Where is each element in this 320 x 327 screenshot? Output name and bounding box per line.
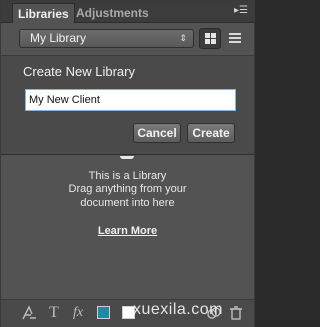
fx-icon[interactable]: fx <box>73 305 83 321</box>
empty-library-area: This is a Library Drag anything from you… <box>1 156 254 298</box>
tab-bar: Libraries Adjustments ▸☰ <box>1 1 254 23</box>
popup-title: Create New Library <box>23 64 135 79</box>
color-swatch-icon[interactable] <box>97 306 110 319</box>
library-dropdown-value: My Library <box>30 31 87 45</box>
empty-line-1: This is a Library <box>88 170 167 182</box>
trash-icon[interactable] <box>229 305 243 321</box>
empty-line-2: Drag anything from your <box>68 183 187 195</box>
list-view-button[interactable] <box>224 28 246 49</box>
panel-menu-icon[interactable]: ▸☰ <box>234 6 248 16</box>
dropdown-arrows-icon: ⇕ <box>179 33 187 43</box>
tab-libraries[interactable]: Libraries <box>12 3 75 23</box>
character-style-icon[interactable] <box>21 305 37 321</box>
learn-more-link[interactable]: Learn More <box>1 225 254 237</box>
watermark-text: xuexila.com <box>133 301 223 318</box>
grid-view-button[interactable] <box>199 28 221 49</box>
libraries-panel: Libraries Adjustments ▸☰ My Library ⇕ Cr… <box>0 0 255 327</box>
create-button[interactable]: Create <box>187 123 235 143</box>
text-icon[interactable]: T <box>49 305 59 321</box>
library-name-input[interactable] <box>25 89 236 111</box>
tab-adjustments[interactable]: Adjustments <box>71 3 154 23</box>
empty-line-3: document into here <box>80 197 175 209</box>
create-library-popup: Create New Library Cancel Create <box>1 55 254 155</box>
cancel-button[interactable]: Cancel <box>133 123 181 143</box>
popup-pointer <box>120 156 134 159</box>
library-dropdown[interactable]: My Library ⇕ <box>19 29 194 48</box>
